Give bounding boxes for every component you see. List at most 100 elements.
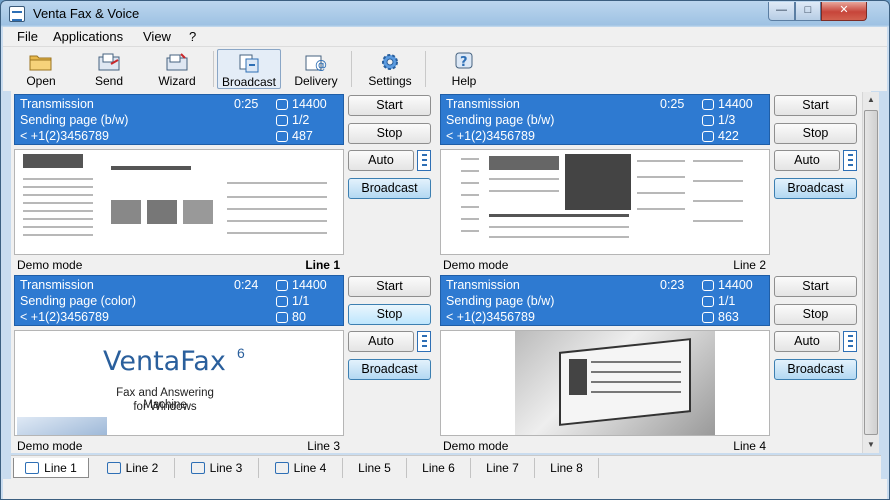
text-line (591, 381, 681, 383)
stop-button[interactable]: Stop (774, 123, 857, 144)
open-button[interactable]: Open (15, 49, 67, 89)
scroll-down-icon[interactable]: ▼ (863, 437, 879, 453)
text-line (591, 391, 681, 393)
text-line (489, 190, 559, 192)
text-line (461, 218, 479, 220)
tab-label: Line 2 (125, 461, 159, 475)
phone-number: < +1(2)3456789 (446, 310, 535, 324)
tab-line-3[interactable]: Line 3 (175, 458, 259, 478)
line-menu-button[interactable] (843, 331, 857, 352)
pages-value: 1/1 (292, 294, 310, 308)
time-value: 0:24 (234, 278, 259, 292)
minimize-button[interactable]: — (768, 2, 795, 21)
line-menu-button[interactable] (417, 150, 431, 171)
send-button[interactable]: Send (81, 49, 137, 89)
auto-button[interactable]: Auto (774, 331, 840, 352)
broadcast-line-button[interactable]: Broadcast (348, 178, 431, 199)
stop-button[interactable]: Stop (348, 304, 431, 325)
bytes-value: 487 (292, 129, 313, 143)
auto-button[interactable]: Auto (348, 331, 414, 352)
line-menu-button[interactable] (843, 150, 857, 171)
start-button[interactable]: Start (774, 276, 857, 297)
wizard-icon (166, 53, 188, 71)
state-label: Transmission (20, 97, 94, 111)
tab-line-4[interactable]: Line 4 (259, 458, 343, 478)
modem-icon (702, 99, 714, 110)
text-line (23, 194, 93, 196)
help-label: Help (451, 74, 477, 88)
close-button[interactable]: ✕ (821, 2, 867, 21)
tab-line-1[interactable]: Line 1 (13, 458, 89, 478)
scroll-thumb[interactable] (864, 110, 878, 435)
scroll-up-icon[interactable]: ▲ (863, 92, 879, 108)
menu-help[interactable]: ? (189, 29, 196, 44)
help-button[interactable]: ? Help (439, 49, 489, 89)
tab-line-6[interactable]: Line 6 (407, 458, 471, 478)
broadcast-button[interactable]: Broadcast (217, 49, 281, 89)
start-button[interactable]: Start (348, 276, 431, 297)
stop-button[interactable]: Stop (348, 123, 431, 144)
broadcast-label: Broadcast (221, 75, 277, 89)
text-line (23, 210, 93, 212)
tab-line-7[interactable]: Line 7 (471, 458, 535, 478)
document-icon (276, 312, 288, 323)
tab-line-5[interactable]: Line 5 (343, 458, 407, 478)
modem-icon (276, 280, 288, 291)
line-menu-button[interactable] (417, 331, 431, 352)
text-line (693, 200, 743, 202)
text-line (693, 160, 743, 162)
vertical-scrollbar[interactable]: ▲ ▼ (862, 92, 879, 453)
speed-value: 14400 (718, 97, 753, 111)
page-type-label: Sending page (b/w) (20, 113, 129, 127)
toolbar-separator (425, 51, 426, 87)
ventafax-logo-title: VentaFax (103, 346, 226, 377)
menu-view[interactable]: View (143, 29, 171, 44)
auto-button[interactable]: Auto (774, 150, 840, 171)
line-icon (190, 462, 205, 474)
document-icon (702, 131, 714, 142)
photo (111, 200, 141, 224)
menu-bar: File Applications View ? (3, 27, 887, 47)
tab-line-2[interactable]: Line 2 (91, 458, 175, 478)
wizard-label: Wizard (158, 74, 196, 88)
broadcast-line-button[interactable]: Broadcast (348, 359, 431, 380)
lines-area: Transmission 0:25 14400 Sending page (b/w)… (11, 91, 871, 453)
settings-button[interactable]: Settings (361, 49, 419, 89)
headline (489, 214, 629, 217)
text-line (693, 180, 743, 182)
auto-button[interactable]: Auto (348, 150, 414, 171)
phone-number: < +1(2)3456789 (20, 129, 109, 143)
delivery-button[interactable]: @ Delivery (287, 49, 345, 89)
modem-icon (702, 280, 714, 291)
text-line (637, 160, 685, 162)
start-button[interactable]: Start (774, 95, 857, 116)
menu-applications[interactable]: Applications (53, 29, 123, 44)
svg-text:?: ? (460, 55, 468, 70)
text-line (23, 218, 93, 220)
start-button[interactable]: Start (348, 95, 431, 116)
menu-file[interactable]: File (17, 29, 38, 44)
line-panel-4: Transmission 0:23 14400 Sending page (b/w)… (440, 275, 858, 453)
line-status-header: Transmission 0:25 14400 Sending page (b/w)… (14, 94, 344, 145)
wizard-button[interactable]: Wizard (147, 49, 207, 89)
text-line (637, 192, 685, 194)
text-line (489, 178, 559, 180)
pages-icon (276, 296, 288, 307)
broadcast-line-button[interactable]: Broadcast (774, 178, 857, 199)
pages-value: 1/1 (718, 294, 736, 308)
text-line (227, 232, 327, 234)
screenshot-sidebar (569, 359, 587, 395)
maximize-button[interactable]: □ (795, 2, 821, 21)
text-line (227, 182, 327, 184)
tab-line-8[interactable]: Line 8 (535, 458, 599, 478)
text-line (461, 158, 479, 160)
page-type-label: Sending page (b/w) (446, 294, 555, 308)
text-line (693, 220, 743, 222)
stop-button[interactable]: Stop (774, 304, 857, 325)
title-bar[interactable]: Venta Fax & Voice — □ ✕ (1, 1, 889, 27)
broadcast-icon (239, 54, 259, 73)
text-line (637, 176, 685, 178)
line-label: Line 4 (733, 439, 766, 453)
bytes-value: 863 (718, 310, 739, 324)
broadcast-line-button[interactable]: Broadcast (774, 359, 857, 380)
